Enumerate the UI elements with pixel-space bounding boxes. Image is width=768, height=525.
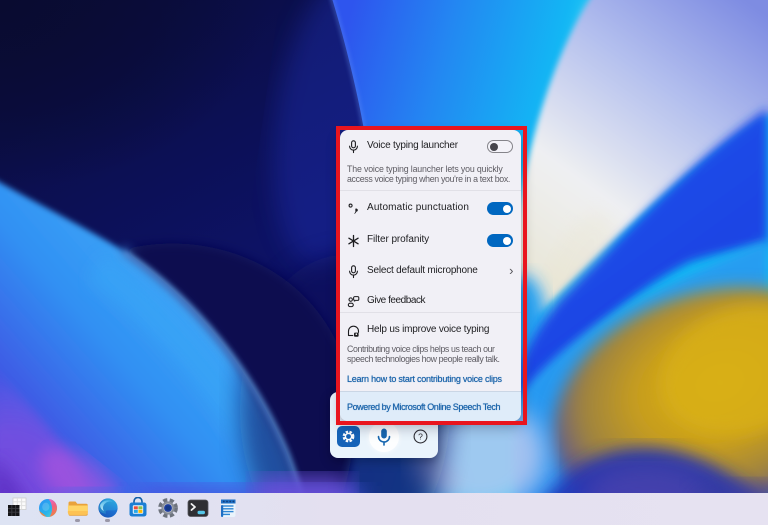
svg-text:?: ? — [418, 431, 423, 441]
